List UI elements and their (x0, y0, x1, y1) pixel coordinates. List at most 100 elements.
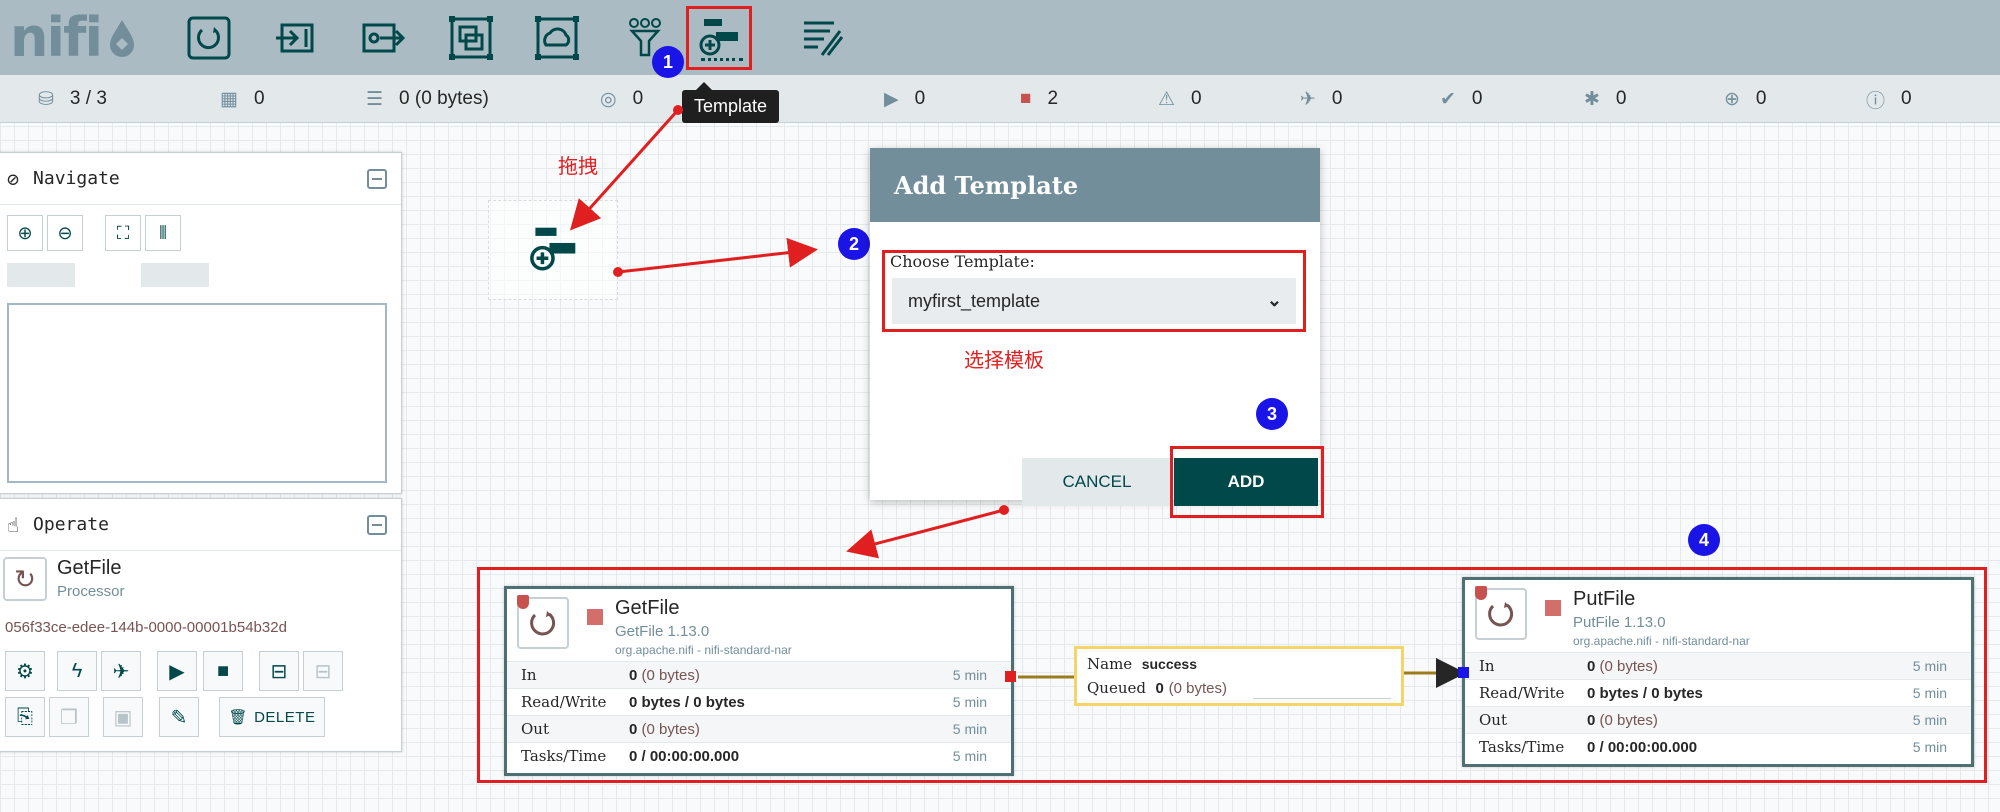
birdseye-viewport[interactable] (7, 303, 387, 483)
template-button[interactable] (686, 6, 752, 70)
processor-bundle: org.apache.nifi - nifi-standard-nar (1573, 634, 1750, 648)
output-port-button[interactable] (350, 6, 416, 70)
stop-button[interactable]: ■ (203, 651, 243, 691)
processor-name: PutFile (1573, 588, 1636, 610)
fit-button[interactable]: ⛶ (105, 215, 141, 251)
lightning-icon: ϟ (71, 659, 83, 682)
copy-button[interactable]: ⎘ (5, 697, 45, 737)
actual-size-button[interactable]: ⫴ (145, 215, 181, 251)
group-button[interactable]: ▣ (103, 697, 143, 737)
actual-size-icon: ⫴ (159, 222, 167, 243)
birdseye-component (141, 263, 209, 287)
upload-template-button[interactable]: ⊟ (303, 651, 343, 691)
warning-icon: ⚠ (1158, 88, 1176, 110)
status-locally-modified: ✱ 0 (1584, 88, 1627, 110)
hand-pointer-icon: ☝ (7, 512, 20, 537)
status-up-to-date: ✔ 0 (1440, 88, 1483, 110)
status-cluster: ⛁ 3 / 3 (38, 88, 107, 110)
transmitting-icon: ◎ (600, 88, 617, 110)
template-select[interactable]: myfirst_template ⌄ (892, 278, 1296, 324)
connection-name-row: Name success (1087, 655, 1197, 673)
navigate-header[interactable]: ⊘ Navigate (0, 153, 401, 205)
logo-text: nifi (10, 6, 103, 69)
label-button[interactable] (790, 6, 856, 70)
restricted-shield-icon (1475, 586, 1487, 600)
paintbrush-icon: ✎ (170, 706, 188, 729)
dialog-arrow (617, 237, 818, 274)
logo-drop-icon (109, 20, 134, 57)
add-arrow (846, 508, 1005, 559)
stat-row-readwrite: Read/Write 0 bytes / 0 bytes 5 min (1465, 679, 1971, 706)
stat-row-tasks: Tasks/Time 0 / 00:00:00.000 5 min (507, 742, 1011, 769)
remote-process-group-icon (535, 16, 579, 60)
status-disabled: ✈ 0 (1300, 88, 1343, 110)
create-template-button[interactable]: ⊟ (259, 651, 299, 691)
operate-header[interactable]: ☝ Operate (0, 499, 401, 551)
asterisk-icon: ✱ (1584, 88, 1600, 110)
fit-icon: ⛶ (116, 222, 130, 243)
stat-row-tasks: Tasks/Time 0 / 00:00:00.000 5 min (1465, 733, 1971, 760)
disable-button[interactable]: ✈ (101, 651, 141, 691)
zoom-out-icon: ⊖ (57, 222, 73, 243)
step-badge-4: 4 (1688, 524, 1720, 556)
template-icon (530, 227, 576, 271)
zoom-in-icon: ⊕ (17, 222, 33, 243)
selected-component-type: Processor (57, 583, 125, 600)
running-icon: ▶ (884, 88, 899, 110)
dialog-title: Add Template (870, 148, 1320, 222)
selected-processor-icon: ↻ (3, 557, 47, 601)
gear-icon: ⚙ (16, 660, 34, 683)
input-port-button[interactable] (262, 6, 328, 70)
enable-button[interactable]: ϟ (57, 651, 97, 691)
status-stopped: ■ 2 (1020, 88, 1059, 109)
collapse-icon[interactable] (367, 169, 387, 189)
global-toolbar: nifi (0, 0, 2000, 75)
process-group-icon (449, 16, 493, 60)
queue-icon: ☰ (366, 88, 384, 110)
stat-row-in: In 0 (0 bytes) 5 min (507, 661, 1011, 688)
processor-type: PutFile 1.13.0 (1573, 614, 1666, 631)
queue-progress-track (1253, 695, 1391, 699)
chevron-down-icon: ⌄ (1266, 290, 1282, 310)
copy-icon: ⎘ (17, 705, 33, 728)
connection-label[interactable]: Name success Queued 0 (0 bytes) (1074, 646, 1404, 706)
cancel-button[interactable]: CANCEL (1022, 458, 1172, 506)
template-icon (699, 19, 738, 56)
group-icon: ▣ (113, 706, 133, 729)
stopped-icon (587, 609, 603, 625)
color-button[interactable]: ✎ (159, 697, 199, 737)
output-port-icon (362, 23, 406, 53)
processor-stats: In 0 (0 bytes) 5 min Read/Write 0 bytes … (1465, 652, 1971, 760)
processor-button[interactable] (176, 6, 242, 70)
stop-icon: ■ (216, 659, 230, 682)
navigate-panel: ⊘ Navigate ⊕ ⊖ ⛶ ⫴ (0, 152, 402, 494)
collapse-icon[interactable] (367, 515, 387, 535)
nifi-logo: nifi (10, 8, 137, 68)
template-tooltip: Template (682, 82, 780, 123)
configure-button[interactable]: ⚙ (5, 651, 45, 691)
template-icon: ⊟ (270, 660, 288, 683)
processor-bundle: org.apache.nifi - nifi-standard-nar (615, 643, 792, 657)
remote-process-group-button[interactable] (524, 6, 590, 70)
processor-getfile[interactable]: GetFile GetFile 1.13.0 org.apache.nifi -… (504, 586, 1014, 776)
status-queued: ☰ 0 (0 bytes) (366, 88, 489, 110)
upload-template-icon: ⊟ (314, 660, 332, 683)
start-button[interactable]: ▶ (157, 651, 197, 691)
drag-annotation: 拖拽 (558, 156, 598, 178)
zoom-out-button[interactable]: ⊖ (47, 215, 83, 251)
stat-row-out: Out 0 (0 bytes) 5 min (1465, 706, 1971, 733)
processor-putfile[interactable]: PutFile PutFile 1.13.0 org.apache.nifi -… (1462, 577, 1974, 767)
paste-button[interactable]: ❐ (49, 697, 89, 737)
dragged-template-icon[interactable] (488, 200, 618, 300)
process-group-button[interactable] (438, 6, 504, 70)
operate-title: Operate (33, 514, 109, 535)
processor-icon (187, 16, 231, 60)
stat-row-in: In 0 (0 bytes) 5 min (1465, 652, 1971, 679)
step-badge-1: 1 (652, 46, 684, 78)
choose-template-label: Choose Template: (890, 252, 1035, 271)
step-badge-2: 2 (838, 228, 870, 260)
zoom-in-button[interactable]: ⊕ (7, 215, 43, 251)
status-bar: ⛁ 3 / 3 ▦ 0 ☰ 0 (0 bytes) ◎ 0 ▶ 0 ■ 2 ⚠ 0 ✈ 0 ✔ 0… (0, 75, 2000, 123)
delete-button[interactable]: 🗑 DELETE (219, 697, 325, 737)
disable-icon: ✈ (112, 660, 130, 683)
